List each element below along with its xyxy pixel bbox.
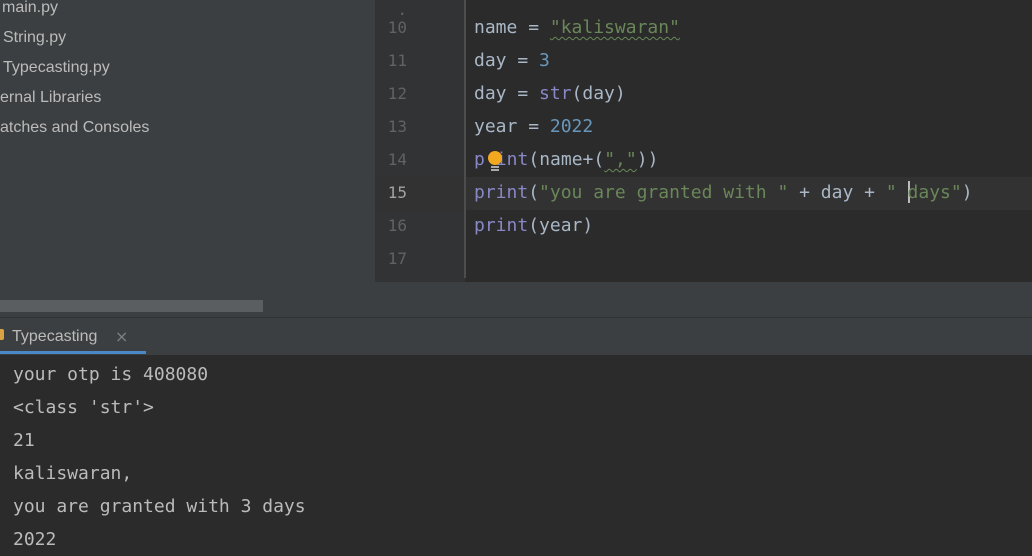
builtin-function: print — [474, 215, 529, 236]
console-line: 2022 — [13, 529, 57, 550]
paren: ( — [528, 182, 540, 203]
code-editor[interactable]: . 10 11 12 13 14 15 16 17 name = "kalisw… — [375, 0, 1032, 282]
console-line: kaliswaran, — [13, 463, 133, 484]
project-panel: main.py String.py Typecasting.py ernal L… — [0, 0, 375, 317]
code-line[interactable]: print(year) — [474, 209, 593, 242]
string-literal: "you are granted with " — [539, 182, 789, 203]
number-literal: 2022 — [549, 116, 594, 137]
console-line: 21 — [13, 430, 35, 451]
identifier: name — [474, 17, 518, 38]
call-args: (day) — [571, 83, 626, 104]
string-literal: " — [885, 182, 908, 203]
close-icon[interactable]: × — [115, 318, 128, 356]
call-args: )) — [636, 149, 659, 170]
gutter-separator — [464, 0, 466, 278]
operator: = — [517, 17, 550, 38]
run-console[interactable]: your otp is 408080 <class 'str'> 21 kali… — [0, 355, 1032, 555]
tree-item-scratches-consoles[interactable]: atches and Consoles — [0, 113, 149, 143]
operator: = — [506, 50, 540, 71]
run-tab-label: Typecasting — [12, 328, 98, 345]
code-line-current[interactable]: print("you are granted with " + day + " … — [474, 176, 973, 209]
identifier: year — [474, 116, 518, 137]
tree-item-main-py[interactable]: main.py — [2, 0, 58, 23]
line-number: 10 — [387, 18, 407, 37]
line-number: 14 — [387, 150, 407, 169]
code-line[interactable]: day = str(day) — [474, 77, 626, 110]
line-number: 17 — [387, 249, 407, 268]
lightbulb-base — [491, 166, 499, 168]
operator: = — [506, 83, 540, 104]
horizontal-scrollbar[interactable] — [0, 300, 263, 312]
code-line[interactable]: year = 2022 — [474, 110, 593, 143]
string-literal: "kaliswaran" — [549, 17, 680, 38]
builtin-function: str — [539, 83, 572, 104]
call-args: (name+( — [528, 149, 605, 170]
tree-item-external-libraries[interactable]: ernal Libraries — [0, 83, 101, 113]
paren: ) — [961, 182, 973, 203]
console-line: you are granted with 3 days — [13, 496, 306, 517]
identifier: day — [474, 50, 507, 71]
tree-item-string-py[interactable]: String.py — [3, 23, 66, 53]
run-tool-window-header: Typecasting × — [0, 317, 1032, 356]
code-line[interactable]: name = "kaliswaran" — [474, 11, 680, 44]
line-number: 13 — [387, 117, 407, 136]
tree-item-typecasting-py[interactable]: Typecasting.py — [3, 53, 110, 83]
python-run-icon — [0, 329, 4, 340]
lightbulb-icon[interactable] — [488, 151, 502, 165]
builtin-function: p — [474, 149, 485, 170]
identifier: day — [474, 83, 507, 104]
operator: = — [517, 116, 550, 137]
builtin-function: print — [474, 182, 529, 203]
tab-typecasting[interactable]: Typecasting × — [0, 318, 146, 354]
line-number: 12 — [387, 84, 407, 103]
line-number-current: 15 — [387, 183, 407, 202]
line-number: 11 — [387, 51, 407, 70]
string-literal: days" — [907, 182, 962, 203]
string-literal: "," — [604, 149, 637, 170]
call-args: (year) — [528, 215, 594, 236]
code-line[interactable]: day = 3 — [474, 44, 550, 77]
console-line: your otp is 408080 — [13, 364, 209, 385]
line-number: 16 — [387, 216, 407, 235]
console-line: <class 'str'> — [13, 397, 154, 418]
expression: + day + — [788, 182, 886, 203]
number-literal: 3 — [539, 50, 550, 71]
editor-bottom-bar — [375, 282, 1032, 317]
